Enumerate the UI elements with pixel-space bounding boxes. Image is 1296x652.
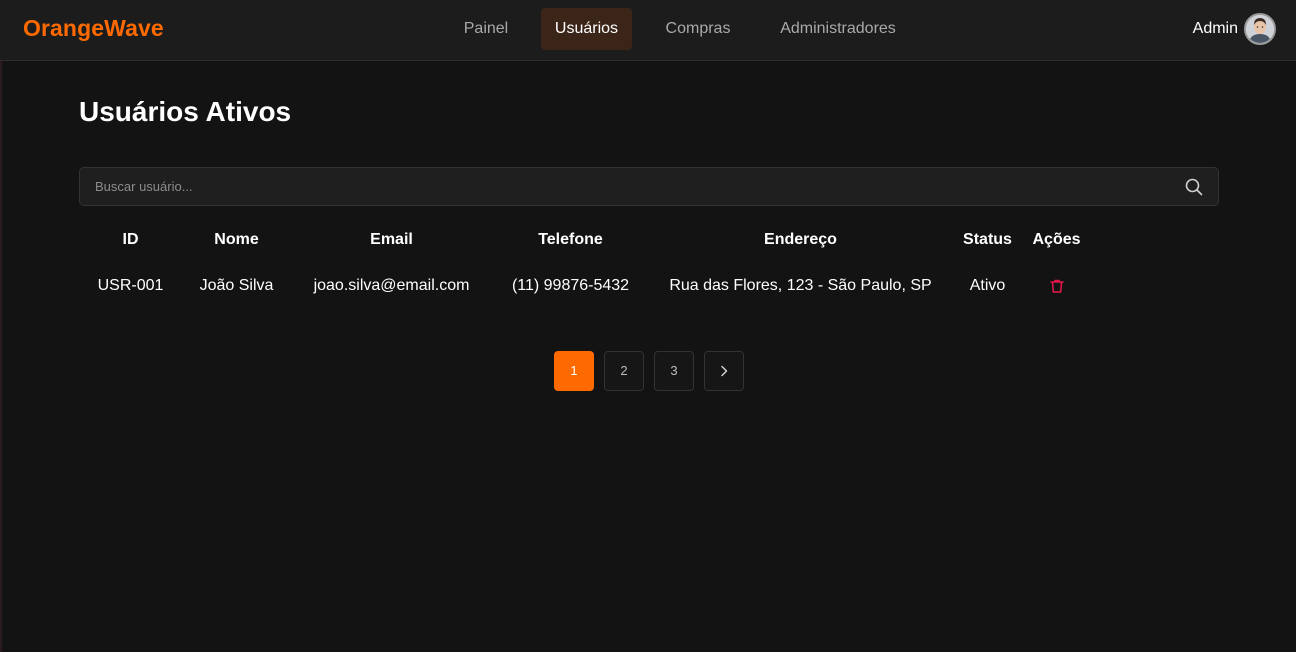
next-page-button[interactable] (704, 351, 744, 391)
nav-item-painel[interactable]: Painel (452, 8, 520, 50)
nav-item-administradores[interactable]: Administradores (765, 8, 911, 50)
trash-icon[interactable] (1049, 278, 1065, 294)
cell-acoes (1023, 260, 1090, 312)
avatar-photo-icon (1246, 15, 1274, 43)
cell-status: Ativo (969, 277, 1006, 294)
table-header: ID Nome Email Telefone Endereço Status A… (79, 220, 1090, 260)
table-body: USR-001 João Silva joao.silva@email.com … (79, 260, 1090, 312)
cell-email: joao.silva@email.com (313, 277, 470, 294)
header-email: Email (370, 231, 413, 248)
search-box (79, 167, 1219, 206)
page-button-1[interactable]: 1 (554, 351, 594, 391)
nav-item-usuarios[interactable]: Usuários (541, 8, 632, 50)
cell-nome: João Silva (199, 277, 274, 294)
header-endereco: Endereço (764, 231, 837, 248)
cell-id: USR-001 (97, 277, 164, 294)
table-header-row: ID Nome Email Telefone Endereço Status A… (79, 220, 1090, 260)
window-edge (0, 0, 2, 652)
search-icon[interactable] (1184, 177, 1204, 197)
page-button-3[interactable]: 3 (654, 351, 694, 391)
header-nome: Nome (214, 231, 259, 248)
chevron-right-icon (721, 365, 728, 377)
users-table: ID Nome Email Telefone Endereço Status A… (79, 220, 1090, 312)
cell-endereco: Rua das Flores, 123 - São Paulo, SP (669, 277, 932, 294)
top-navbar: OrangeWave Painel Usuários Compras Admin… (0, 0, 1296, 61)
table-row: USR-001 João Silva joao.silva@email.com … (79, 260, 1090, 312)
main-nav: Painel Usuários Compras Administradores (0, 8, 1296, 50)
user-name[interactable]: Admin (1193, 20, 1238, 38)
page-title: Usuários Ativos (79, 96, 292, 127)
page: OrangeWave Painel Usuários Compras Admin… (0, 0, 1296, 652)
header-id: ID (122, 231, 139, 248)
cell-telefone: (11) 99876-5432 (511, 277, 630, 294)
header-acoes: Ações (1032, 231, 1081, 248)
header-telefone: Telefone (538, 231, 603, 248)
user-menu[interactable]: Admin (1193, 13, 1276, 45)
nav-item-compras[interactable]: Compras (652, 8, 744, 50)
page-button-2[interactable]: 2 (604, 351, 644, 391)
header-status: Status (963, 231, 1012, 248)
search-input[interactable] (80, 168, 1180, 205)
avatar[interactable] (1244, 13, 1276, 45)
